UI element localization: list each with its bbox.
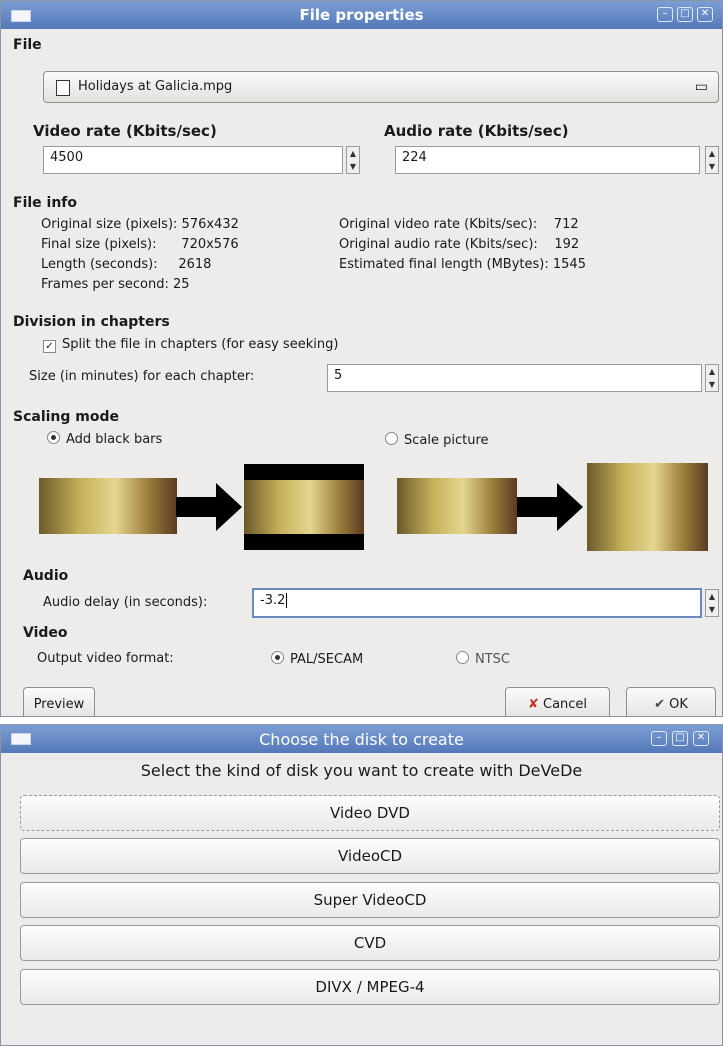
- letterbox-image: [244, 480, 364, 534]
- videocd-label: VideoCD: [337, 847, 403, 865]
- maximize-icon-2[interactable]: □: [672, 731, 688, 746]
- split-chapters-label: Split the file in chapters (for easy see…: [62, 337, 339, 352]
- info-label: Original video rate (Kbits/sec):: [339, 217, 538, 232]
- file-info-right: Original video rate (Kbits/sec): 712 Ori…: [339, 217, 586, 277]
- source-thumbnail: [39, 478, 177, 534]
- source-thumbnail-2: [397, 478, 517, 534]
- audio-delay-spinner[interactable]: ▲ ▼: [705, 589, 719, 617]
- info-label: Length (seconds):: [41, 257, 158, 272]
- minimize-icon-2[interactable]: –: [651, 731, 667, 746]
- window-title-2: Choose the disk to create: [259, 730, 464, 749]
- audio-rate-spinner[interactable]: ▲ ▼: [705, 146, 719, 174]
- info-value: 576x432: [181, 217, 239, 232]
- output-format-label: Output video format:: [37, 651, 174, 666]
- preview-button[interactable]: Preview: [23, 687, 95, 716]
- video-file-icon: [56, 80, 70, 96]
- close-icon[interactable]: ✕: [697, 7, 713, 22]
- maximize-icon[interactable]: □: [677, 7, 693, 22]
- disk-chooser-window: Choose the disk to create – □ ✕ Select t…: [0, 724, 723, 1046]
- audio-section-label: Audio: [23, 568, 69, 584]
- scale-picture-radio[interactable]: Scale picture: [385, 432, 489, 448]
- arrow-icon: [176, 483, 242, 531]
- close-icon-2[interactable]: ✕: [693, 731, 709, 746]
- super-videocd-button[interactable]: Super VideoCD: [20, 882, 720, 918]
- info-value: 2618: [178, 257, 212, 272]
- cancel-label: Cancel: [543, 697, 588, 712]
- info-value: 712: [553, 217, 579, 232]
- file-info-label: File info: [13, 195, 78, 211]
- ntsc-label: NTSC: [475, 652, 510, 667]
- info-label: Final size (pixels):: [41, 237, 157, 252]
- audio-delay-label: Audio delay (in seconds):: [43, 595, 208, 610]
- file-section-label: File: [13, 37, 42, 53]
- title-bar: File properties – □ ✕: [1, 1, 722, 29]
- info-label: Original audio rate (Kbits/sec):: [339, 237, 538, 252]
- split-chapters-checkbox[interactable]: ✓ Split the file in chapters (for easy se…: [43, 337, 338, 353]
- cancel-icon: ✘: [527, 697, 539, 712]
- file-properties-window: File properties – □ ✕ File Holidays at G…: [0, 0, 723, 717]
- chapter-size-input[interactable]: 5: [327, 364, 702, 392]
- black-bars-radio[interactable]: Add black bars: [47, 431, 162, 447]
- file-chooser-button[interactable]: Holidays at Galicia.mpg ▭: [43, 71, 719, 103]
- info-label: Frames per second:: [41, 277, 169, 292]
- info-value: 720x576: [181, 237, 239, 252]
- ok-label: OK: [669, 697, 688, 712]
- info-value: 25: [173, 277, 190, 292]
- disk-prompt: Select the kind of disk you want to crea…: [140, 761, 583, 780]
- radio-selected-icon: [47, 431, 60, 444]
- title-bar-2: Choose the disk to create – □ ✕: [1, 725, 722, 753]
- file-name: Holidays at Galicia.mpg: [78, 79, 233, 94]
- chapters-label: Division in chapters: [13, 314, 170, 330]
- video-rate-input[interactable]: 4500: [43, 146, 343, 174]
- video-rate-spinner[interactable]: ▲ ▼: [346, 146, 360, 174]
- info-value: 1545: [552, 257, 586, 272]
- videocd-button[interactable]: VideoCD: [20, 838, 720, 874]
- radio-unselected-icon: [385, 432, 398, 445]
- video-section-label: Video: [23, 625, 68, 641]
- letterbox-preview: [244, 464, 364, 550]
- folder-icon: ▭: [694, 79, 708, 95]
- pal-secam-radio[interactable]: PAL/SECAM: [271, 651, 363, 667]
- black-bars-label: Add black bars: [66, 432, 163, 447]
- scale-picture-label: Scale picture: [404, 433, 489, 448]
- info-value: 192: [554, 237, 580, 252]
- cvd-button[interactable]: CVD: [20, 925, 720, 961]
- info-label: Original size (pixels):: [41, 217, 178, 232]
- divx-mpeg4-button[interactable]: DIVX / MPEG-4: [20, 969, 720, 1005]
- arrow-icon-2: [517, 483, 583, 531]
- ok-button[interactable]: ✔ OK: [626, 687, 716, 716]
- minimize-icon[interactable]: –: [657, 7, 673, 22]
- audio-delay-value: -3.2: [260, 593, 286, 608]
- ntsc-radio[interactable]: NTSC: [456, 651, 510, 667]
- preview-label: Preview: [33, 697, 85, 712]
- video-dvd-button[interactable]: Video DVD: [20, 795, 720, 831]
- cancel-button[interactable]: ✘ Cancel: [505, 687, 610, 716]
- cvd-label: CVD: [353, 934, 387, 952]
- audio-delay-input[interactable]: -3.2: [252, 588, 702, 618]
- radio-unselected-icon: [456, 651, 469, 664]
- chapter-size-spinner[interactable]: ▲ ▼: [705, 364, 719, 392]
- chapter-size-label: Size (in minutes) for each chapter:: [29, 369, 255, 384]
- checkbox-icon: ✓: [43, 340, 56, 353]
- video-rate-label: Video rate (Kbits/sec): [33, 122, 217, 140]
- file-info-left: Original size (pixels): 576x432 Final si…: [41, 217, 239, 297]
- window-title: File properties: [299, 6, 424, 24]
- divx-mpeg4-label: DIVX / MPEG-4: [315, 978, 425, 996]
- radio-selected-icon: [271, 651, 284, 664]
- audio-rate-input[interactable]: 224: [395, 146, 700, 174]
- audio-rate-label: Audio rate (Kbits/sec): [384, 122, 569, 140]
- scaled-preview: [587, 463, 708, 551]
- super-videocd-label: Super VideoCD: [313, 891, 427, 909]
- info-label: Estimated final length (MBytes):: [339, 257, 549, 272]
- video-dvd-label: Video DVD: [330, 804, 410, 822]
- scaling-mode-label: Scaling mode: [13, 409, 120, 425]
- pal-secam-label: PAL/SECAM: [290, 652, 364, 667]
- ok-icon: ✔: [654, 697, 665, 712]
